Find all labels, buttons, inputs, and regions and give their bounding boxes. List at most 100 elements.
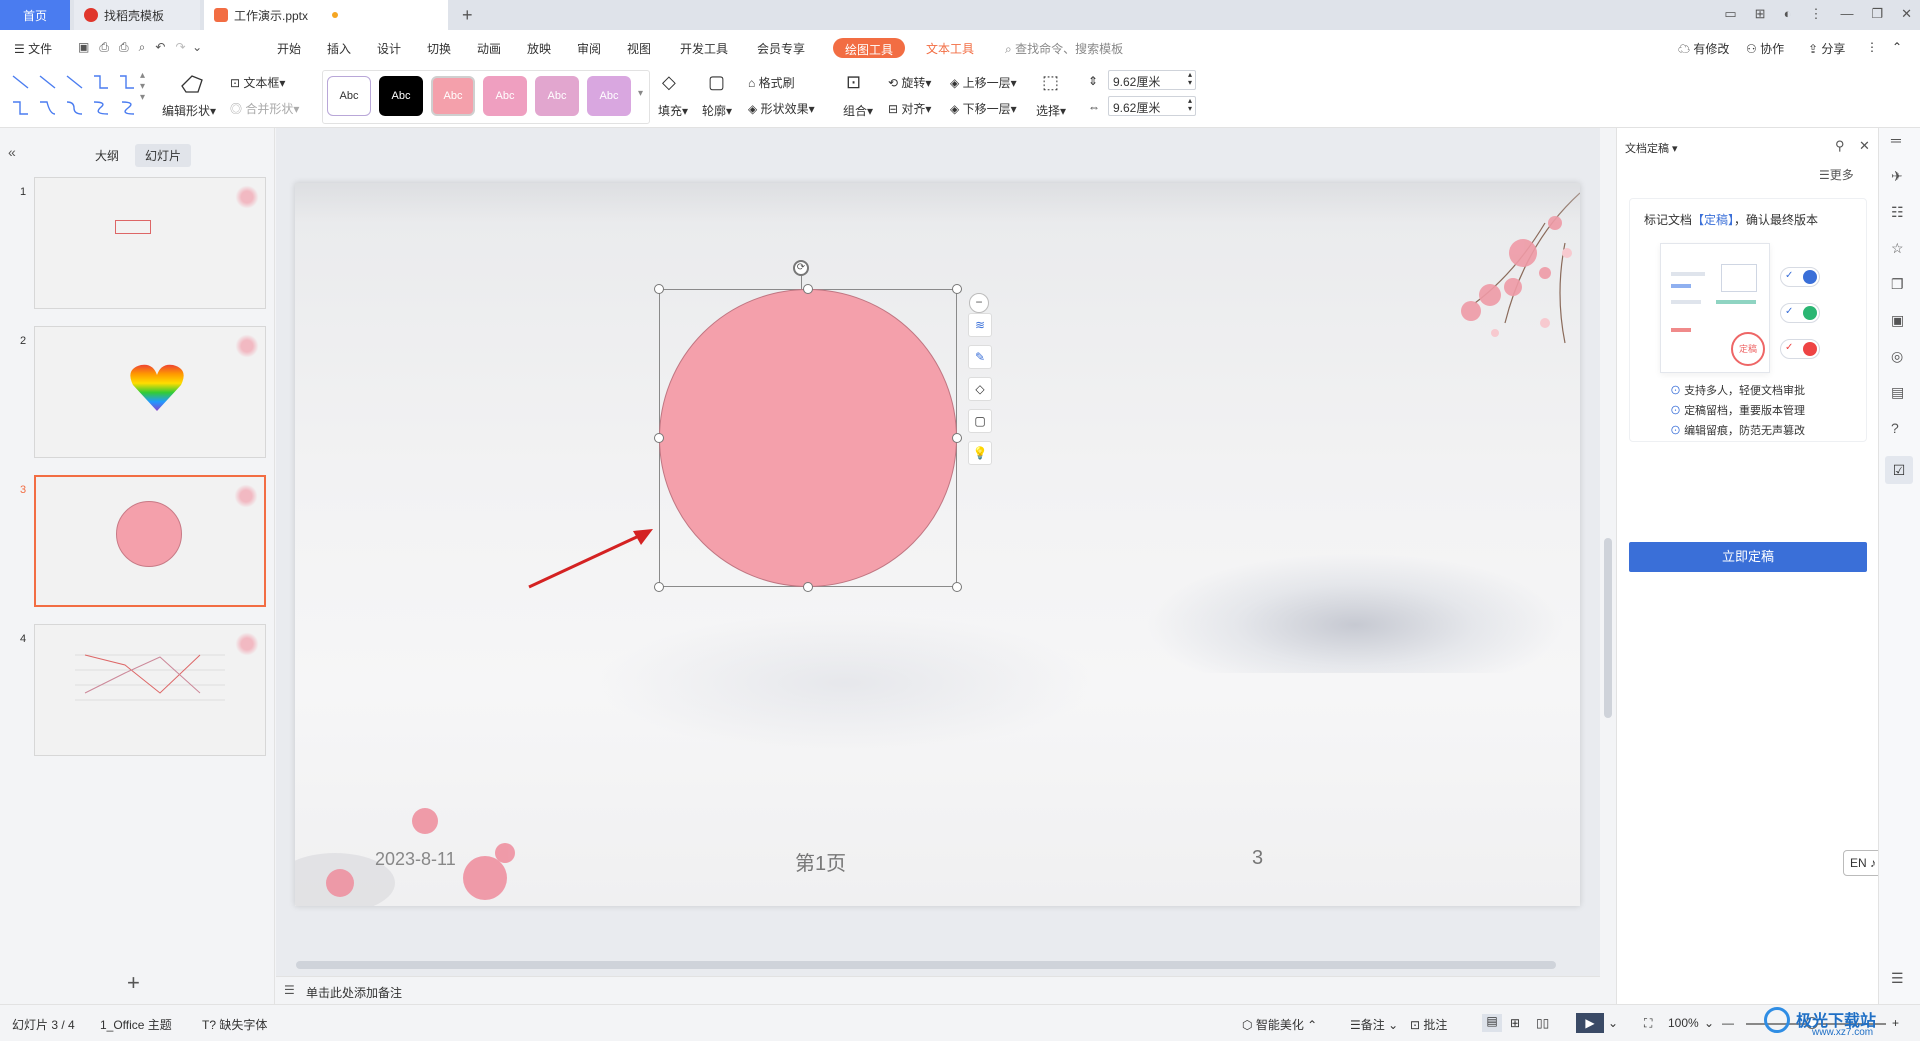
zoom-level[interactable]: 100%: [1668, 1016, 1699, 1030]
more-menu-icon[interactable]: ⋮: [1866, 40, 1878, 54]
export-pdf-icon[interactable]: ⎙: [99, 40, 109, 54]
command-search[interactable]: ⌕ 查找命令、搜索模板: [1005, 40, 1123, 57]
slide-sorter-icon[interactable]: ⊞: [1510, 1016, 1520, 1030]
menu-item-start[interactable]: 开始: [277, 40, 301, 57]
finalize-now-button[interactable]: 立即定稿: [1629, 542, 1867, 572]
tab-slides[interactable]: 幻灯片: [135, 144, 192, 167]
settings-lines-icon[interactable]: ☰: [1891, 970, 1904, 987]
menu-item-transition[interactable]: 切换: [427, 40, 451, 57]
missing-font-button[interactable]: T? 缺失字体: [202, 1016, 267, 1033]
layers-icon[interactable]: ≋: [968, 313, 992, 337]
zoom-slider-thumb[interactable]: [1806, 1017, 1818, 1029]
image-icon[interactable]: ▣: [1891, 312, 1904, 329]
resize-handle-se[interactable]: [952, 582, 962, 592]
rocket-icon[interactable]: ✈: [1891, 168, 1903, 185]
slide-thumbnail-2[interactable]: [34, 326, 266, 458]
hscrollbar-thumb[interactable]: [296, 961, 1556, 969]
grid-apps-icon[interactable]: ⊞: [1755, 6, 1766, 22]
shape-style-3[interactable]: Abc: [431, 76, 475, 116]
vertical-scrollbar[interactable]: [1603, 138, 1613, 958]
resize-handle-s[interactable]: [803, 582, 813, 592]
smart-beautify-button[interactable]: ⬡ 智能美化 ⌃: [1242, 1016, 1317, 1033]
slide-thumbnail-3[interactable]: [34, 475, 266, 607]
slide-page-number[interactable]: 3: [1252, 847, 1263, 870]
print-icon[interactable]: ⎙: [119, 40, 129, 54]
scrollbar-thumb[interactable]: [1604, 538, 1612, 718]
horizontal-scrollbar[interactable]: [296, 960, 1596, 970]
resize-handle-nw[interactable]: [654, 284, 664, 294]
align-button[interactable]: ⊟ 对齐▾: [888, 100, 931, 117]
lightbulb-icon[interactable]: 💡: [968, 441, 992, 465]
slide-thumbnail-4[interactable]: [34, 624, 266, 756]
shape-width-input[interactable]: 9.62厘米 ▴ ▾: [1108, 96, 1196, 116]
menu-item-review[interactable]: 审阅: [577, 40, 601, 57]
resize-handle-ne[interactable]: [952, 284, 962, 294]
zoom-out-icon[interactable]: —: [1722, 1016, 1734, 1030]
collapse-toolbar-icon[interactable]: −: [969, 293, 989, 313]
pen-icon[interactable]: ✎: [968, 345, 992, 369]
play-slideshow-icon[interactable]: ▶: [1576, 1013, 1604, 1033]
modified-button[interactable]: ☁ 有修改: [1678, 40, 1729, 57]
tab-document[interactable]: 工作演示.pptx: [204, 0, 448, 30]
shape-style-6[interactable]: Abc: [587, 76, 631, 116]
group-button[interactable]: 组合▾: [843, 102, 873, 119]
customize-chevron-icon[interactable]: ⌄: [192, 40, 202, 54]
preview-icon[interactable]: ⌕: [139, 40, 146, 54]
panel-title[interactable]: 文档定稿 ▾: [1625, 140, 1678, 156]
add-slide-plus-icon[interactable]: +: [127, 970, 140, 996]
notes-bar[interactable]: ☰ 单击此处添加备注: [276, 976, 1600, 1004]
frame-icon[interactable]: ▢: [968, 409, 992, 433]
reading-view-icon[interactable]: ▯▯: [1536, 1016, 1549, 1030]
tab-home[interactable]: 首页: [0, 0, 70, 30]
theme-name[interactable]: 1_Office 主题: [100, 1016, 172, 1033]
rotate-button[interactable]: ⟲ 旋转▾: [888, 74, 931, 91]
compass-icon[interactable]: ◎: [1891, 348, 1903, 365]
menu-item-animation[interactable]: 动画: [477, 40, 501, 57]
minimize-icon[interactable]: —: [1840, 6, 1853, 22]
copy-icon[interactable]: ❐: [1891, 276, 1904, 293]
close-window-icon[interactable]: ✕: [1901, 6, 1912, 22]
undo-icon[interactable]: ↶: [155, 40, 165, 54]
pin-icon[interactable]: ⚲: [1835, 138, 1845, 154]
menu-lines-icon[interactable]: ═: [1891, 132, 1901, 148]
menu-item-view[interactable]: 视图: [627, 40, 651, 57]
tab-outline[interactable]: 大纲: [85, 144, 129, 167]
menu-item-design[interactable]: 设计: [377, 40, 401, 57]
width-spinner-icon[interactable]: ▴ ▾: [1188, 97, 1192, 113]
shape-style-2[interactable]: Abc: [379, 76, 423, 116]
star-icon[interactable]: ☆: [1891, 240, 1904, 257]
select-button[interactable]: 选择▾: [1036, 102, 1066, 119]
resize-handle-n[interactable]: [803, 284, 813, 294]
file-menu[interactable]: ☰ 文件: [14, 40, 52, 57]
avatar-icon[interactable]: ◐: [1784, 6, 1792, 22]
collaborate-button[interactable]: ⚇ 协作: [1746, 40, 1784, 57]
rotate-handle-icon[interactable]: ⟳: [793, 260, 809, 276]
fill-icon[interactable]: ◇: [968, 377, 992, 401]
zoom-in-icon[interactable]: +: [1892, 1016, 1899, 1030]
resize-handle-e[interactable]: [952, 433, 962, 443]
slideshow-options-icon[interactable]: ⌄: [1608, 1016, 1618, 1030]
outline-button[interactable]: 轮廓▾: [702, 102, 732, 119]
circle-shape[interactable]: [659, 289, 957, 587]
more-dots-icon[interactable]: ⋮: [1809, 6, 1822, 22]
save-icon[interactable]: ▣: [78, 40, 89, 54]
slide-date[interactable]: 2023-8-11: [375, 849, 456, 870]
resize-handle-w[interactable]: [654, 433, 664, 443]
comments-button[interactable]: ⊡ 批注: [1410, 1016, 1447, 1033]
zoom-chevron-icon[interactable]: ⌄: [1704, 1016, 1714, 1030]
slide-thumbnail-1[interactable]: [34, 177, 266, 309]
sliders-icon[interactable]: ☷: [1891, 204, 1904, 221]
tab-templates[interactable]: 找稻壳模板: [74, 0, 200, 30]
help-icon[interactable]: ?: [1891, 420, 1899, 436]
shape-style-4[interactable]: Abc: [483, 76, 527, 116]
close-panel-icon[interactable]: ✕: [1859, 138, 1870, 154]
collapse-panel-icon[interactable]: «: [8, 144, 16, 160]
collapse-ribbon-icon[interactable]: ⌃: [1892, 40, 1902, 54]
edit-shape-button[interactable]: 编辑形状▾: [162, 102, 216, 119]
shape-style-1[interactable]: Abc: [327, 76, 371, 116]
redo-icon[interactable]: ↷: [175, 40, 185, 54]
shape-effects-button[interactable]: ◈ 形状效果▾: [748, 100, 815, 117]
restore-icon[interactable]: ❐: [1871, 6, 1883, 22]
gallery-scroll-icon[interactable]: ▴ ▾ ▾: [140, 70, 145, 103]
format-painter-button[interactable]: ⌂ 格式刷: [748, 74, 795, 91]
